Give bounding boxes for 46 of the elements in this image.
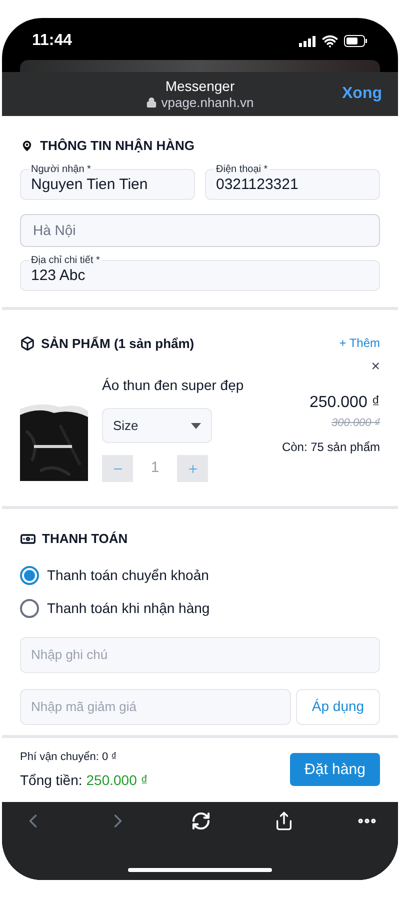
field-value: 0321123321 [215, 176, 300, 194]
radio-button[interactable] [20, 566, 39, 584]
wifi-icon [322, 33, 338, 49]
field-label: Địa chỉ chi tiết * [30, 254, 101, 266]
page-title: Messenger [165, 78, 235, 94]
plus-icon [186, 462, 198, 474]
total-amount: 250.000 ₫ [86, 770, 148, 790]
size-select[interactable]: Size [102, 408, 212, 443]
field-value: 123 Abc [30, 266, 86, 284]
location-pin-icon [20, 138, 34, 153]
dropdown-caret-icon [191, 422, 201, 428]
battery-icon [344, 35, 368, 47]
coupon-field[interactable]: Nhập mã giảm giá [20, 688, 291, 724]
page-url: vpage.nhanh.vn [161, 94, 254, 110]
stock-count: Còn: 75 sản phẩm [282, 438, 380, 456]
field-label: Người nhận * [30, 164, 92, 176]
apply-button[interactable]: Áp dụng [296, 688, 380, 724]
quantity-value: 1 [150, 458, 160, 478]
input-field[interactable]: Hà Nội [20, 214, 380, 246]
share-icon[interactable] [274, 811, 294, 831]
remove-button[interactable]: × [371, 359, 380, 375]
radio-label: Thanh toán khi nhận hàng [47, 598, 210, 618]
section-title: SẢN PHẨM (1 sản phẩm) [41, 334, 194, 353]
input-field[interactable]: Điện thoại * 0321123321 [205, 164, 380, 200]
radio-button[interactable] [20, 598, 39, 618]
product-price: 250.000 ₫ [310, 393, 380, 413]
status-time: 11:44 [32, 31, 72, 51]
add-product-link[interactable]: + Thêm [339, 334, 380, 352]
lock-icon [146, 97, 158, 108]
reload-icon[interactable] [191, 811, 211, 831]
field-label: Điện thoại * [215, 164, 269, 176]
input-field[interactable]: Người nhận * Nguyen Tien Tien [20, 164, 195, 200]
signal-icon [299, 36, 316, 46]
original-price: 300.000 ₫ [332, 416, 380, 431]
order-button[interactable]: Đặt hàng [290, 753, 380, 786]
field-value: Nguyen Tien Tien [30, 176, 149, 194]
total-label: Tổng tiền: [20, 770, 82, 790]
note-field[interactable]: Nhập ghi chú [20, 636, 380, 672]
radio-label: Thanh toán chuyển khoản [47, 566, 209, 585]
section-title: THÔNG TIN NHẬN HÀNG [40, 137, 195, 155]
section-title: THANH TOÁN [42, 530, 128, 548]
done-button[interactable]: Xong [342, 82, 382, 106]
product-name: Áo thun đen super đẹp [102, 376, 244, 395]
input-field[interactable]: Địa chỉ chi tiết * 123 Abc [20, 254, 380, 290]
box-icon [20, 336, 35, 351]
shipping-fee: Phí vận chuyển: 0 ₫ [20, 750, 118, 765]
